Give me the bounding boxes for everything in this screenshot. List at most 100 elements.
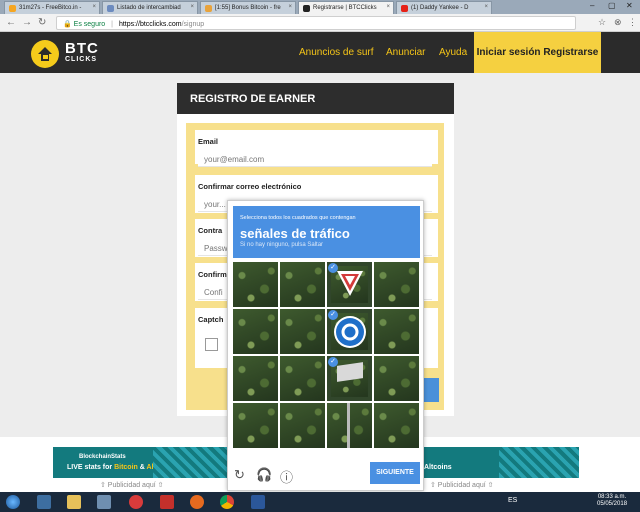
firefox-icon[interactable]	[190, 495, 204, 509]
close-icon[interactable]: ×	[190, 4, 194, 10]
url-separator: |	[111, 21, 113, 28]
star-icon[interactable]: ☆	[598, 17, 606, 28]
verify-button[interactable]: SIGUIENTE	[370, 462, 420, 484]
captcha-tile-image	[374, 309, 419, 354]
tab-favicon	[205, 5, 212, 12]
email-label: Email	[198, 137, 219, 146]
tab-label: [1:55] Bonus Bitcoin - fre	[215, 5, 281, 11]
reload-icon[interactable]: ↻	[234, 467, 245, 483]
tab-favicon	[401, 5, 408, 12]
captcha-tile[interactable]	[233, 262, 278, 307]
captcha-tile[interactable]	[280, 356, 325, 401]
captcha-tile[interactable]	[374, 403, 419, 448]
taskbar	[0, 492, 640, 512]
publicity-link-right[interactable]: ⇧ Publicidad aquí ⇧	[430, 481, 494, 489]
login-register-button[interactable]: Iniciar sesión Registrarse	[474, 32, 601, 73]
captcha-tile-image	[280, 262, 325, 307]
close-icon[interactable]: ×	[484, 4, 488, 10]
recaptcha-grid: ✓ ✓ ✓	[233, 262, 420, 449]
captcha-tile-image	[374, 262, 419, 307]
ad-banner-right[interactable]: Altcoins	[424, 447, 579, 478]
confirm-email-label: Confirmar correo electrónico	[198, 182, 302, 191]
extension-icon[interactable]: ⊗	[614, 17, 622, 28]
publicity-link-left[interactable]: ⇧ Publicidad aquí ⇧	[100, 481, 164, 489]
captcha-tile[interactable]	[374, 262, 419, 307]
opera-icon[interactable]	[129, 495, 143, 509]
nav-help[interactable]: Ayuda	[439, 47, 467, 58]
secure-label: Es seguro	[73, 21, 106, 28]
clock-time: 08:33 a.m.	[597, 494, 627, 500]
logo-icon[interactable]	[31, 40, 59, 68]
email-input[interactable]	[198, 153, 432, 167]
tab-freebitcoin[interactable]: 31m27s - FreeBitco.in - ×	[4, 1, 100, 14]
ad-banner-left[interactable]: BlockchainStats LIVE stats for Bitcoin &…	[53, 447, 233, 478]
logo[interactable]: BTC CLICKS	[65, 41, 99, 63]
tab-favicon	[107, 5, 114, 12]
recaptcha-hint: Si no hay ninguno, pulsa Saltar	[240, 242, 324, 248]
folder-icon[interactable]	[67, 495, 81, 509]
recaptcha-footer: ↻ 🎧 ⓘ SIGUIENTE	[228, 456, 425, 492]
ie-icon[interactable]	[37, 495, 51, 509]
tab-label: Listado de intercambiad	[117, 5, 181, 11]
ad-tagline-pre: LIVE stats for	[67, 464, 115, 471]
window-close-button[interactable]: ✕	[626, 1, 633, 10]
forward-icon[interactable]: →	[22, 17, 32, 28]
address-bar-row: ← → ↻ 🔒 Es seguro | https://btcclicks.co…	[0, 14, 640, 32]
captcha-tile[interactable]	[233, 356, 278, 401]
form-heading: REGISTRO DE EARNER	[177, 83, 454, 114]
yield-sign-icon	[337, 271, 363, 296]
language-indicator[interactable]: ES	[508, 497, 517, 504]
url-bar[interactable]: 🔒 Es seguro | https://btcclicks.com/sign…	[56, 16, 576, 30]
captcha-tile-image	[374, 356, 419, 401]
tab-btcclicks[interactable]: Registrarse | BTCClicks ×	[298, 1, 394, 14]
media-icon[interactable]	[97, 495, 111, 509]
captcha-tile[interactable]	[280, 309, 325, 354]
clock-date: 05/05/2018	[597, 501, 628, 507]
tab-youtube[interactable]: (1) Daddy Yankee - D ×	[396, 1, 492, 14]
captcha-tile[interactable]	[233, 309, 278, 354]
minimize-button[interactable]: –	[590, 1, 594, 10]
close-icon[interactable]: ×	[288, 4, 292, 10]
audio-icon[interactable]: 🎧	[256, 467, 272, 483]
tab-label: 31m27s - FreeBitco.in -	[19, 5, 82, 11]
menu-icon[interactable]: ⋮	[628, 17, 637, 28]
info-icon[interactable]: ⓘ	[280, 467, 293, 486]
acrobat-icon[interactable]	[160, 495, 174, 509]
tab-listado[interactable]: Listado de intercambiad ×	[102, 1, 198, 14]
nav-surf-ads[interactable]: Anuncios de surf	[299, 47, 374, 58]
roundabout-sign-icon	[334, 316, 366, 348]
captcha-tile[interactable]: ✓	[327, 356, 372, 401]
maximize-button[interactable]: ▢	[608, 1, 616, 10]
tab-bonus-bitcoin[interactable]: [1:55] Bonus Bitcoin - fre ×	[200, 1, 296, 14]
password-label: Contra	[198, 226, 223, 235]
start-icon[interactable]	[6, 495, 20, 509]
captcha-tile[interactable]	[374, 309, 419, 354]
captcha-tile-image	[280, 403, 325, 448]
recaptcha-checkbox[interactable]	[205, 338, 218, 351]
nav-advertise[interactable]: Anunciar	[386, 47, 425, 58]
reload-icon[interactable]: ↻	[38, 17, 46, 28]
captcha-tile[interactable]	[280, 262, 325, 307]
ad-pattern	[153, 447, 233, 478]
tab-favicon	[9, 5, 16, 12]
clock[interactable]: 08:33 a.m. 05/05/2018	[597, 494, 627, 508]
captcha-tile-image	[233, 403, 278, 448]
captcha-tile-image	[233, 356, 278, 401]
chrome-icon[interactable]	[220, 495, 234, 509]
captcha-tile[interactable]	[374, 356, 419, 401]
sign-pole-icon	[347, 403, 350, 448]
tab-favicon	[303, 5, 310, 12]
captcha-tile[interactable]	[327, 403, 372, 448]
close-icon[interactable]: ×	[386, 4, 390, 10]
word-icon[interactable]	[251, 495, 265, 509]
confirm-password-label: Confirm	[198, 270, 227, 279]
recaptcha-dialog: Selecciona todos los cuadrados que conte…	[227, 200, 424, 491]
captcha-tile[interactable]	[233, 403, 278, 448]
close-icon[interactable]: ×	[92, 4, 96, 10]
captcha-tile[interactable]: ✓	[327, 309, 372, 354]
captcha-tile[interactable]	[280, 403, 325, 448]
captcha-tile[interactable]: ✓	[327, 262, 372, 307]
back-icon[interactable]: ←	[6, 17, 16, 28]
captcha-tile-image	[374, 403, 419, 448]
logo-house-icon	[38, 47, 52, 61]
